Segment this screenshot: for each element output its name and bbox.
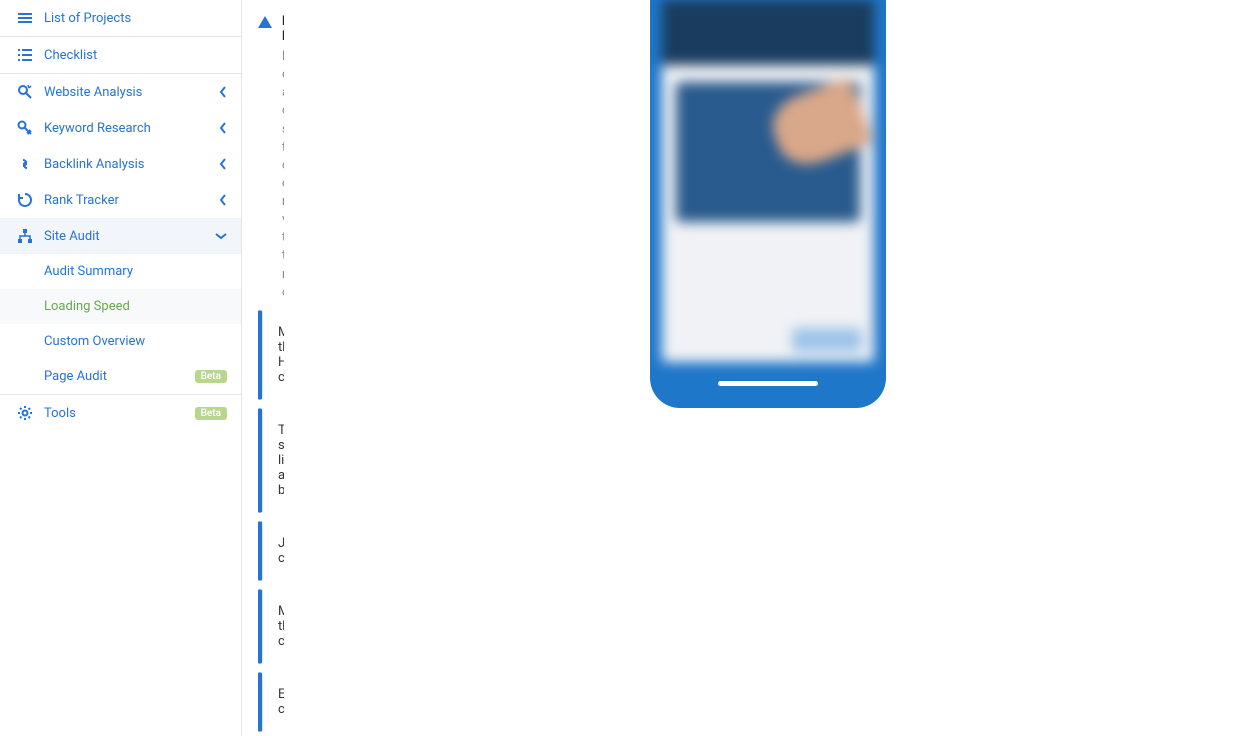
hamburger-icon [14, 10, 36, 26]
nav-label: Audit Summary [44, 264, 133, 279]
nav-site-audit[interactable]: Site Audit [0, 218, 241, 254]
analysis-icon [14, 84, 36, 100]
accordion-minify-css: Minifying the CSS code [258, 589, 263, 664]
accordion-minify-html: Minifying the HTML code [258, 310, 263, 400]
link-icon [14, 156, 36, 172]
chevron-down-icon [215, 232, 227, 240]
nav-label: Keyword Research [44, 121, 151, 136]
nav-label: Backlink Analysis [44, 157, 145, 172]
nav-label: Website Analysis [44, 85, 142, 100]
accordion-header[interactable]: JavaScript compacting [262, 522, 284, 580]
nav-page-audit[interactable]: Page Audit Beta [0, 359, 241, 394]
accordion-js-compacting: JavaScript compacting [258, 521, 263, 581]
history-icon [14, 192, 36, 208]
beta-badge: Beta [195, 370, 227, 383]
nav-label: List of Projects [44, 11, 131, 26]
nav-checklist[interactable]: Checklist [0, 37, 241, 74]
checklist-icon [14, 47, 36, 63]
nav-rank-tracker[interactable]: Rank Tracker [0, 182, 241, 218]
nav-custom-overview[interactable]: Custom Overview [0, 324, 241, 359]
beta-badge: Beta [195, 407, 227, 420]
sidebar: List of Projects Checklist Website Analy… [0, 0, 242, 736]
accordion-header[interactable]: Minifying the CSS code [262, 590, 284, 663]
accordion-compression: Enabling the compression [258, 672, 263, 732]
accordion-header[interactable]: The size of links and buttons [262, 409, 284, 512]
chevron-left-icon [219, 122, 227, 134]
nav-backlink-analysis[interactable]: Backlink Analysis [0, 146, 241, 182]
preview-panel [284, 0, 1252, 736]
nav-label: Rank Tracker [44, 193, 119, 208]
nav-label: Page Audit [44, 369, 107, 384]
key-icon [14, 120, 36, 136]
nav-label: Checklist [44, 48, 97, 63]
phone-screen [662, 0, 874, 362]
nav-label: Custom Overview [44, 334, 145, 349]
nav-audit-summary[interactable]: Audit Summary [0, 254, 241, 289]
chevron-left-icon [219, 194, 227, 206]
chevron-left-icon [219, 158, 227, 170]
accordion-header[interactable]: Minifying the HTML code [262, 311, 284, 399]
phone-mockup [650, 0, 886, 408]
nav-website-analysis[interactable]: Website Analysis [0, 74, 241, 110]
nav-keyword-research[interactable]: Keyword Research [0, 110, 241, 146]
phone-home-indicator [718, 381, 818, 386]
nav-loading-speed[interactable]: Loading Speed [0, 289, 241, 324]
nav-label: Loading Speed [44, 299, 130, 314]
nav-label: Site Audit [44, 229, 100, 244]
accordion-header[interactable]: Enabling the compression [262, 673, 284, 731]
chevron-left-icon [219, 86, 227, 98]
nav-label: Tools [44, 406, 76, 421]
warning-triangle-icon [258, 16, 272, 28]
sitemap-icon [14, 228, 36, 244]
nav-tools[interactable]: Tools Beta [0, 395, 241, 431]
main-content: Middle Priority List of errors that are … [242, 0, 284, 736]
nav-list-of-projects[interactable]: List of Projects [0, 0, 241, 37]
gear-icon [14, 405, 36, 421]
accordion-links-buttons-size: The size of links and buttons [258, 408, 263, 513]
